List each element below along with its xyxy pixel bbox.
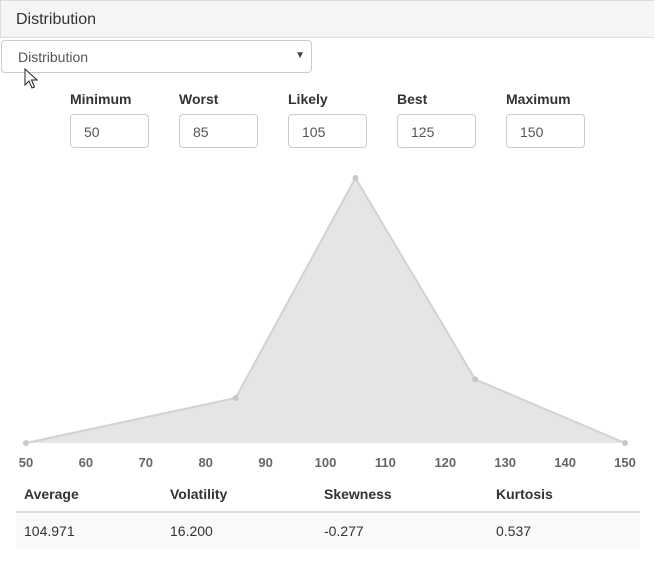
field-label-minimum: Minimum — [70, 91, 132, 107]
maximum-input-value: 150 — [520, 124, 544, 140]
field-label-best: Best — [397, 91, 428, 107]
distribution-area — [26, 178, 625, 443]
x-tick-label: 110 — [375, 455, 396, 470]
stats-value-skewness: -0.277 — [324, 523, 364, 539]
mouse-pointer-icon — [24, 68, 38, 89]
data-point-125[interactable] — [472, 376, 479, 383]
likely-input[interactable]: 105 — [288, 114, 367, 148]
x-tick-label: 90 — [258, 455, 272, 470]
likely-input-value: 105 — [302, 124, 326, 140]
panel-header: Distribution — [0, 0, 654, 38]
select-value: Distribution — [18, 49, 89, 65]
distribution-panel: Distribution Distribution ▼ Minimum Wors… — [0, 0, 655, 584]
x-tick-label: 130 — [494, 455, 516, 470]
stats-header-volatility: Volatility — [170, 486, 228, 502]
distribution-chart: 50 60 70 80 90 100 110 120 130 140 150 — [19, 175, 636, 470]
x-tick-label: 70 — [139, 455, 153, 470]
minimum-input-value: 50 — [84, 124, 100, 140]
minimum-input[interactable]: 50 — [70, 114, 149, 148]
data-point-150[interactable] — [622, 440, 628, 446]
x-tick-label: 60 — [79, 455, 93, 470]
field-label-worst: Worst — [179, 91, 219, 107]
stats-value-average: 104.971 — [24, 523, 75, 539]
maximum-input[interactable]: 150 — [506, 114, 585, 148]
x-tick-label: 140 — [554, 455, 576, 470]
x-tick-label: 100 — [315, 455, 337, 470]
field-label-likely: Likely — [288, 91, 328, 107]
stats-header-kurtosis: Kurtosis — [496, 486, 553, 502]
data-point-50[interactable] — [23, 440, 29, 446]
data-point-105[interactable] — [352, 175, 359, 181]
stats-value-volatility: 16.200 — [170, 523, 213, 539]
distribution-select[interactable]: Distribution ▼ — [1, 40, 312, 73]
worst-input-value: 85 — [193, 124, 209, 140]
best-input-value: 125 — [411, 124, 435, 140]
chevron-down-icon: ▼ — [295, 50, 305, 61]
worst-input[interactable]: 85 — [179, 114, 258, 148]
x-tick-label: 120 — [434, 455, 456, 470]
field-label-maximum: Maximum — [506, 91, 571, 107]
data-point-85[interactable] — [232, 394, 239, 401]
best-input[interactable]: 125 — [397, 114, 476, 148]
stats-value-kurtosis: 0.537 — [496, 523, 532, 539]
x-tick-label: 50 — [19, 455, 33, 470]
stats-header-skewness: Skewness — [324, 486, 392, 502]
panel-title: Distribution — [16, 11, 97, 28]
x-tick-label: 150 — [614, 455, 636, 470]
stats-header-average: Average — [24, 486, 79, 502]
x-tick-label: 80 — [198, 455, 212, 470]
